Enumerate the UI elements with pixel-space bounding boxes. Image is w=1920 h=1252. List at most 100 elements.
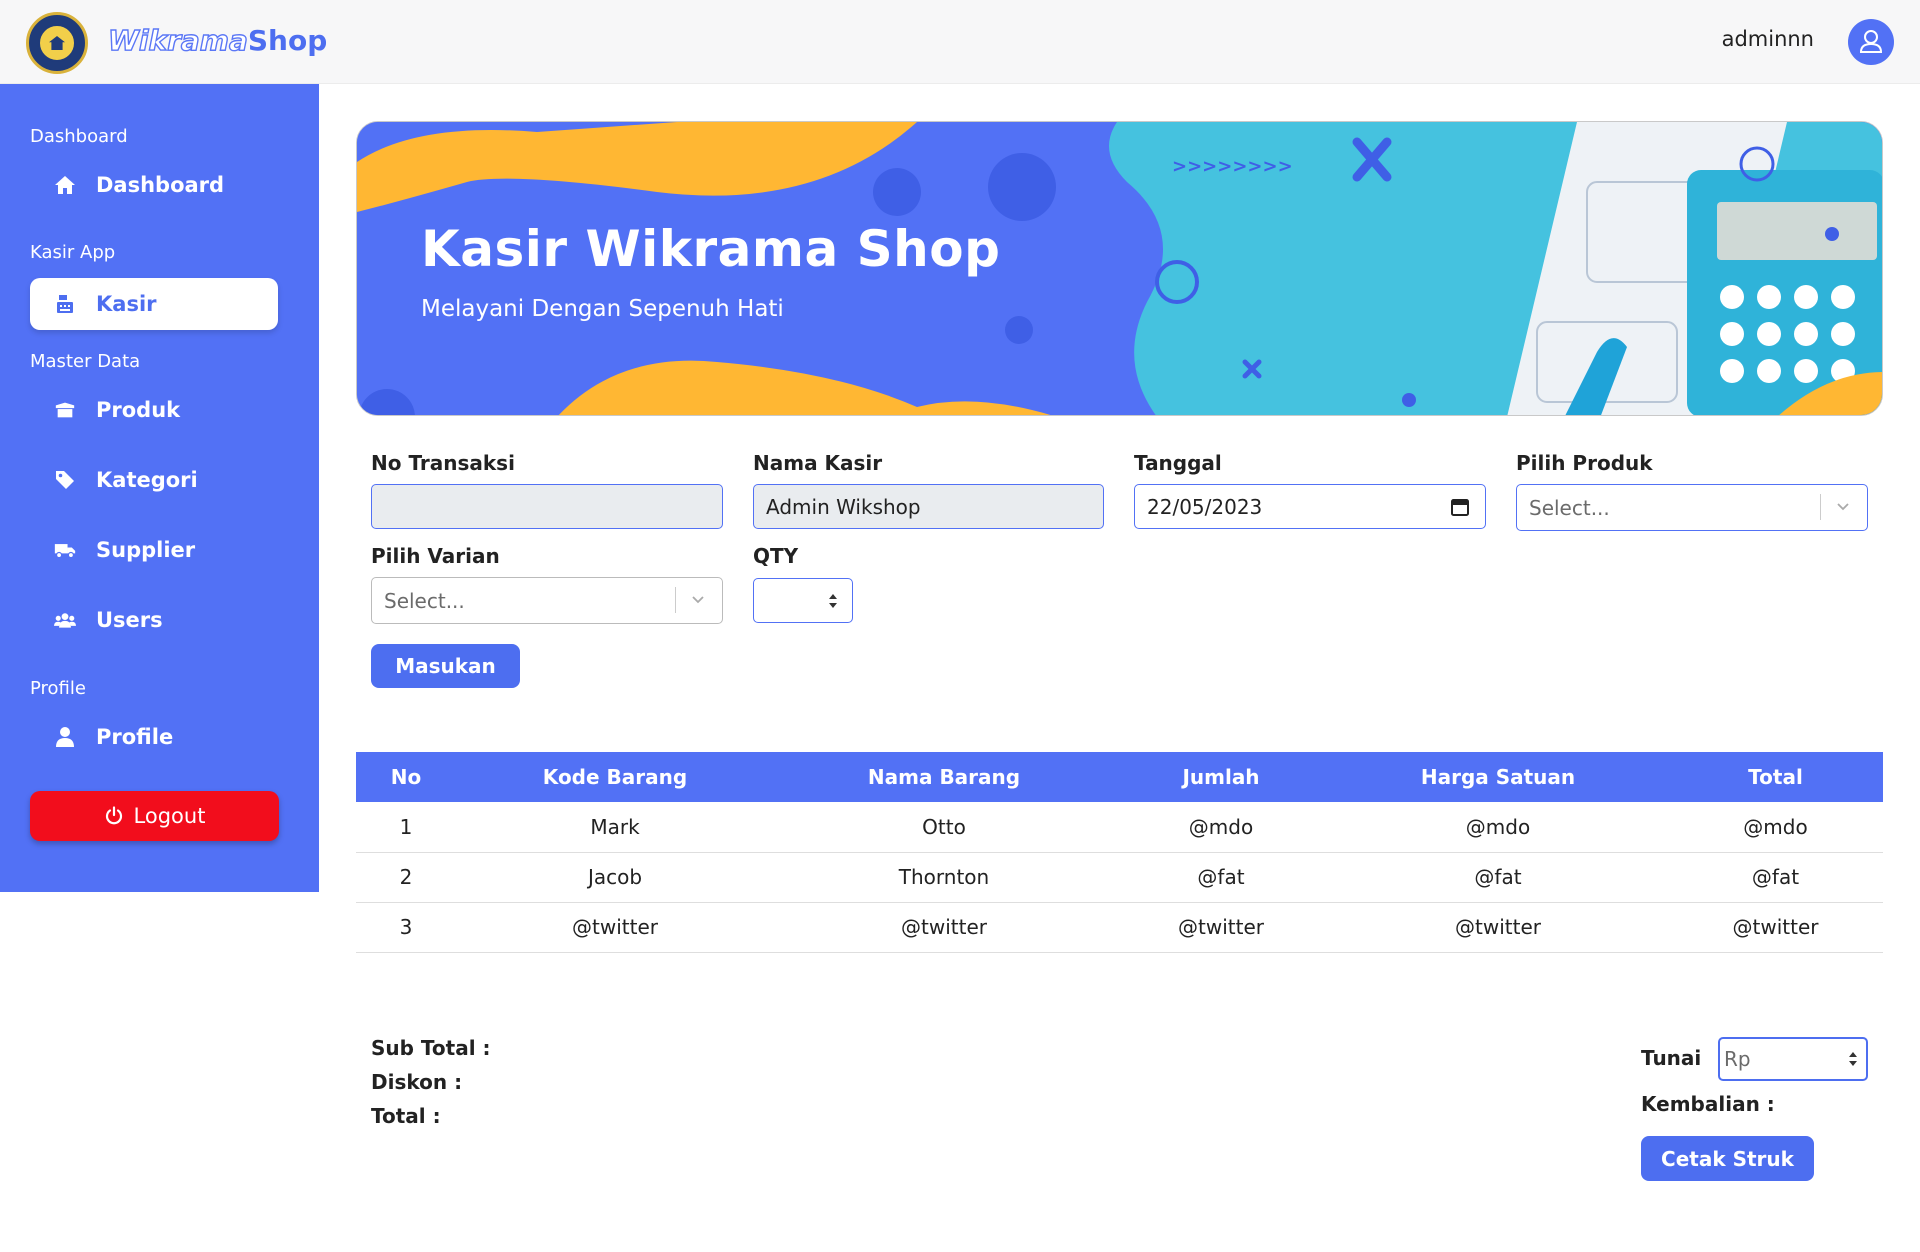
sidebar-item-label: Produk [96,398,181,422]
sidebar-item-label: Dashboard [96,173,225,197]
diskon-label: Diskon : [371,1070,463,1094]
table-row: 2 Jacob Thornton @fat @fat @fat [356,852,1883,903]
table-row: 1 Mark Otto @mdo @mdo @mdo [356,802,1883,853]
banner-subtitle: Melayani Dengan Sepenuh Hati [421,296,784,322]
chevron-down-icon [1837,503,1849,511]
column-header: Nama Barang [774,752,1114,802]
sidebar-item-label: Profile [96,725,174,749]
table-row: 3 @twitter @twitter @twitter @twitter @t… [356,902,1883,953]
sidebar-item-dashboard[interactable]: Dashboard [30,159,278,211]
pilih-produk-label: Pilih Produk [1516,451,1653,475]
truck-icon [54,539,76,561]
pilih-varian-placeholder: Select... [384,588,465,613]
banner-title: Kasir Wikrama Shop [421,220,1001,278]
sidebar-item-label: Kategori [96,468,198,492]
tags-icon [54,469,76,491]
table-cell: 2 [356,852,456,903]
table-cell: 1 [356,802,456,853]
chevron-down-icon [692,596,704,604]
sidebar-section-dashboard: Dashboard [30,126,128,147]
tunai-label: Tunai [1641,1046,1702,1070]
table-cell: @mdo [1328,802,1668,853]
nama-kasir-input[interactable]: Admin Wikshop [753,484,1104,529]
column-header: Total [1668,752,1883,802]
tanggal-value: 22/05/2023 [1147,494,1263,519]
transaction-table: No Kode Barang Nama Barang Jumlah Harga … [356,752,1883,953]
tanggal-date-input[interactable]: 22/05/2023 [1134,484,1486,529]
sidebar-section-kasir-app: Kasir App [30,242,116,263]
no-transaksi-input[interactable] [371,484,723,529]
pilih-varian-select[interactable]: Select... [371,577,723,624]
sub-total-label: Sub Total : [371,1036,491,1060]
column-header: No [356,752,456,802]
sidebar-item-produk[interactable]: Produk [30,384,278,436]
logout-label: Logout [133,804,206,828]
calendar-icon[interactable] [1451,497,1469,517]
school-seal-logo[interactable] [26,12,88,74]
pilih-produk-select[interactable]: Select... [1516,484,1868,531]
spinner-arrows-icon[interactable] [1848,1049,1858,1069]
tunai-input[interactable]: Rp [1718,1037,1868,1081]
username[interactable]: adminnn [1722,27,1814,51]
cetak-struk-button[interactable]: Cetak Struk [1641,1136,1814,1181]
table-cell: @mdo [1668,802,1883,853]
user-icon [54,726,76,748]
sidebar-item-users[interactable]: Users [30,594,278,646]
sidebar-section-profile: Profile [30,678,86,699]
brand-part-2: Shop [247,24,328,57]
column-header: Jumlah [1114,752,1328,802]
sidebar-item-supplier[interactable]: Supplier [30,524,278,576]
qty-label: QTY [753,544,799,568]
table-cell: Jacob [456,852,774,903]
pilih-varian-label: Pilih Varian [371,544,500,568]
cash-register-icon [54,293,76,315]
brand-part-1: Wikrama [107,23,248,57]
sidebar-item-label: Kasir [96,292,157,316]
table-cell: @twitter [1328,902,1668,953]
masukan-button[interactable]: Masukan [371,644,520,688]
tanggal-label: Tanggal [1134,451,1222,475]
hero-banner: >>>>>>>> Kasir Wikrama Shop Melayani Den… [356,121,1883,416]
spinner-arrows-icon[interactable] [828,591,838,611]
table-cell: @twitter [774,902,1114,953]
table-cell: @fat [1328,852,1668,903]
sidebar-section-master-data: Master Data [30,351,141,372]
table-cell: @twitter [1114,902,1328,953]
user-avatar-button[interactable] [1848,19,1894,65]
brand-logo-text[interactable]: WikramaShop [107,23,328,57]
table-cell: 3 [356,902,456,953]
sidebar-item-profile[interactable]: Profile [30,711,278,763]
sidebar-item-kategori[interactable]: Kategori [30,454,278,506]
no-transaksi-label: No Transaksi [371,451,515,475]
table-cell: @twitter [1668,902,1883,953]
pilih-produk-placeholder: Select... [1529,495,1610,520]
qty-input[interactable] [753,578,853,623]
power-icon [104,806,124,826]
nama-kasir-label: Nama Kasir [753,451,883,475]
kembalian-label: Kembalian : [1641,1092,1775,1116]
table-cell: @fat [1668,852,1883,903]
table-cell: Mark [456,802,774,853]
total-label: Total : [371,1104,441,1128]
select-separator [1820,494,1821,520]
sidebar-item-kasir[interactable]: Kasir [30,278,278,330]
table-header-row: No Kode Barang Nama Barang Jumlah Harga … [356,752,1883,802]
sidebar: Dashboard Dashboard Kasir App Kasir Mast… [0,84,319,892]
users-icon [54,609,76,631]
table-cell: @mdo [1114,802,1328,853]
home-icon [54,174,76,196]
box-icon [54,399,76,421]
column-header: Harga Satuan [1328,752,1668,802]
svg-text:>>>>>>>>: >>>>>>>> [1172,156,1293,177]
user-icon [1859,30,1883,53]
column-header: Kode Barang [456,752,774,802]
sidebar-item-label: Users [96,608,163,632]
tunai-placeholder: Rp [1724,1047,1751,1071]
table-cell: @twitter [456,902,774,953]
top-bar: WikramaShop adminnn [0,0,1920,84]
table-cell: Otto [774,802,1114,853]
logout-button[interactable]: Logout [30,791,279,841]
table-cell: @fat [1114,852,1328,903]
table-cell: Thornton [774,852,1114,903]
select-separator [675,587,676,613]
